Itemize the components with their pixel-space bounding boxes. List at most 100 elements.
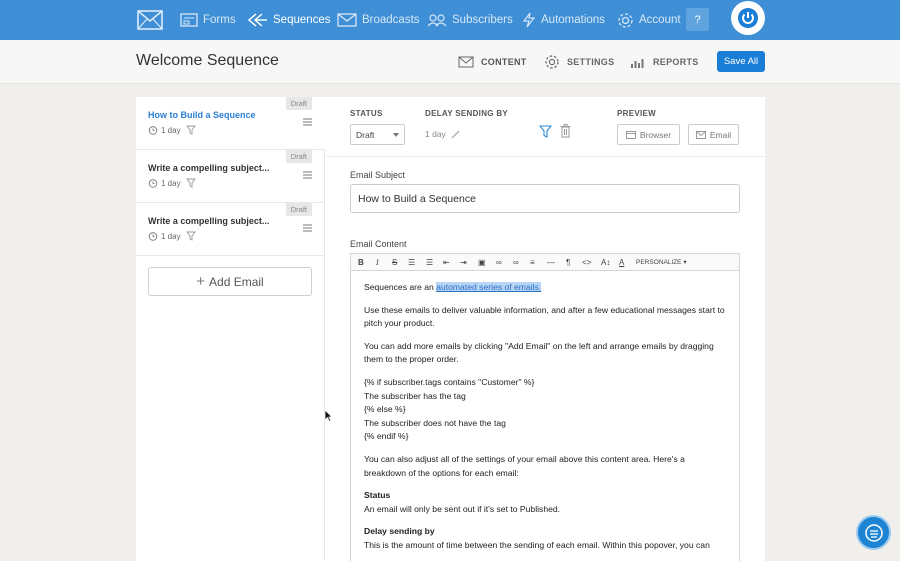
- sequences-icon: [248, 13, 267, 27]
- content-paragraph: Sequences are an automated series of ema…: [364, 281, 729, 295]
- content-section: Delay sending by This is the amount of t…: [364, 525, 729, 552]
- nav-sequences[interactable]: Sequences: [248, 0, 331, 40]
- text-color-icon[interactable]: A: [619, 257, 624, 268]
- nav-forms[interactable]: Forms: [180, 0, 236, 40]
- email-list-item[interactable]: Draft Write a compelling subject... 1 da…: [136, 150, 325, 203]
- draft-badge: Draft: [285, 97, 312, 110]
- nav-broadcasts[interactable]: Broadcasts: [337, 0, 420, 40]
- link-icon[interactable]: ∞: [496, 257, 502, 268]
- tab-settings[interactable]: SETTINGS: [544, 40, 614, 84]
- content-text: Sequences are an: [364, 282, 437, 292]
- liquid-line: {% if subscriber.tags contains "Customer…: [364, 376, 535, 387]
- section-heading: Delay sending by: [364, 526, 435, 537]
- bullet-list-icon[interactable]: ☰: [408, 257, 415, 268]
- save-all-button[interactable]: Save All: [717, 51, 765, 72]
- delay-text: 1 day: [425, 129, 446, 139]
- nav-subscribers[interactable]: Subscribers: [427, 0, 513, 40]
- nav-label: Automations: [541, 14, 605, 26]
- add-email-button[interactable]: + Add Email: [148, 267, 312, 296]
- indent-icon[interactable]: ⇥: [460, 257, 467, 268]
- help-button[interactable]: ?: [686, 8, 709, 31]
- drag-handle-icon[interactable]: [303, 224, 312, 232]
- delay-value[interactable]: 1 day: [425, 129, 460, 139]
- strikethrough-icon[interactable]: S: [392, 257, 397, 268]
- email-list-panel: Draft How to Build a Sequence 1 day Draf…: [136, 97, 325, 561]
- email-title: Write a compelling subject...: [148, 163, 270, 173]
- tab-label: SETTINGS: [567, 57, 615, 67]
- personalize-dropdown[interactable]: PERSONALIZE ▾: [636, 257, 687, 268]
- clock-icon: [148, 126, 158, 135]
- image-icon[interactable]: ▣: [478, 257, 486, 268]
- tab-reports[interactable]: REPORTS: [630, 40, 699, 84]
- align-icon[interactable]: ≡: [530, 257, 535, 268]
- status-label: STATUS: [350, 109, 383, 118]
- editor-toolbar: B I S ☰ ☰ ⇤ ⇥ ▣ ∞ ∞ ≡ — ¶ <> A↕ A PERSON…: [351, 254, 739, 271]
- paragraph-icon[interactable]: ¶: [566, 257, 570, 268]
- section-heading: Status: [364, 490, 391, 501]
- email-list-item[interactable]: Draft How to Build a Sequence 1 day: [136, 97, 325, 150]
- preview-email-label: Email: [709, 129, 732, 140]
- email-delay: 1 day: [161, 178, 181, 188]
- rich-text-editor[interactable]: B I S ☰ ☰ ⇤ ⇥ ▣ ∞ ∞ ≡ — ¶ <> A↕ A PERSON…: [350, 253, 740, 561]
- filter-icon: [185, 125, 196, 135]
- horizontal-rule-icon[interactable]: —: [547, 257, 555, 268]
- subject-input[interactable]: How to Build a Sequence: [350, 184, 740, 213]
- gear-icon: [545, 55, 559, 69]
- unlink-icon[interactable]: ∞: [513, 257, 519, 268]
- filter-icon[interactable]: [539, 125, 552, 138]
- pencil-icon: [451, 130, 460, 138]
- nav-account[interactable]: Account: [617, 0, 681, 40]
- drag-handle-icon[interactable]: [303, 171, 312, 179]
- gear-icon: [618, 12, 633, 28]
- email-list-item[interactable]: Draft Write a compelling subject... 1 da…: [136, 203, 325, 256]
- draft-badge: Draft: [285, 150, 312, 163]
- sequence-header: Welcome Sequence CONTENT SETTINGS REPORT…: [0, 40, 900, 84]
- email-settings-row: STATUS Draft DELAY SENDING BY 1 day PREV…: [325, 97, 765, 157]
- preview-browser-button[interactable]: Browser: [617, 124, 680, 145]
- email-meta: 1 day: [148, 178, 199, 188]
- italic-icon[interactable]: I: [376, 257, 379, 268]
- delay-label: DELAY SENDING BY: [425, 109, 509, 118]
- content-paragraph: Use these emails to deliver valuable inf…: [364, 304, 725, 329]
- preview-label: PREVIEW: [617, 109, 656, 118]
- caret-down-icon: [393, 133, 399, 137]
- browser-icon: [625, 130, 636, 139]
- email-delay: 1 day: [161, 125, 181, 135]
- font-size-icon[interactable]: A↕: [601, 257, 610, 268]
- outdent-icon[interactable]: ⇤: [443, 257, 450, 268]
- editor-content[interactable]: Sequences are an automated series of ema…: [364, 281, 729, 561]
- drag-handle-icon[interactable]: [303, 118, 312, 126]
- forms-icon: [180, 13, 198, 27]
- liquid-line: The subscriber does not have the tag: [364, 417, 506, 428]
- highlighted-link[interactable]: automated series of emails.: [436, 282, 542, 292]
- power-button[interactable]: [731, 1, 765, 35]
- code-icon[interactable]: <>: [582, 257, 591, 268]
- chat-icon: [864, 523, 883, 542]
- section-text: An email will only be sent out if it's s…: [364, 503, 561, 514]
- mail-logo-icon[interactable]: [137, 10, 163, 30]
- mouse-cursor-icon: [324, 409, 333, 422]
- chat-widget-button[interactable]: [856, 515, 891, 550]
- numbered-list-icon[interactable]: ☰: [426, 257, 433, 268]
- content-paragraph: You can add more emails by clicking "Add…: [364, 340, 714, 365]
- nav-label: Subscribers: [452, 14, 513, 26]
- bold-icon[interactable]: B: [358, 257, 364, 268]
- trash-icon[interactable]: [560, 124, 571, 138]
- preview-email-button[interactable]: Email: [688, 124, 739, 145]
- status-select[interactable]: Draft: [350, 124, 405, 145]
- top-nav: Forms Sequences Broadcasts Subscribers A…: [0, 0, 900, 40]
- status-value: Draft: [356, 130, 375, 140]
- subscribers-icon: [427, 14, 447, 27]
- clock-icon: [148, 232, 158, 241]
- filter-icon: [185, 178, 196, 188]
- envelope-icon: [458, 56, 474, 68]
- broadcasts-icon: [337, 13, 357, 27]
- nav-automations[interactable]: Automations: [522, 0, 605, 40]
- email-editor-panel: STATUS Draft DELAY SENDING BY 1 day PREV…: [325, 97, 765, 561]
- tab-content[interactable]: CONTENT: [458, 40, 527, 84]
- plus-icon: +: [196, 273, 206, 290]
- content-section: Status An email will only be sent out if…: [364, 489, 729, 516]
- envelope-icon: [695, 130, 706, 139]
- nav-label: Sequences: [273, 14, 331, 26]
- email-delay: 1 day: [161, 231, 181, 241]
